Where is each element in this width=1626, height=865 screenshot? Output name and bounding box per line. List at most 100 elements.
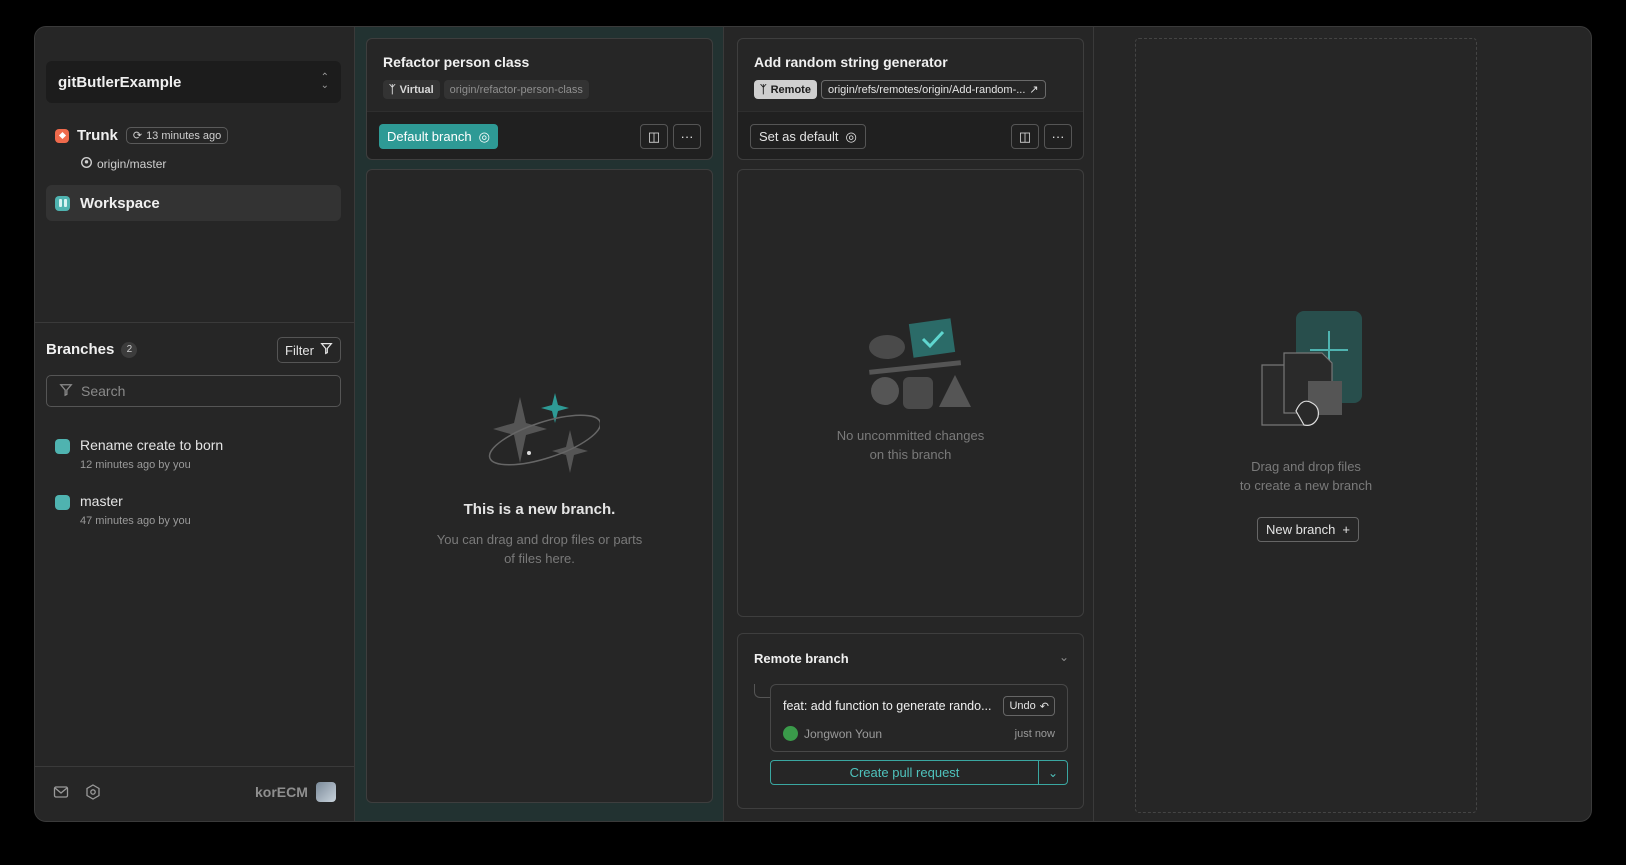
refresh-icon: ⟳ — [132, 130, 143, 142]
workspace-label: Workspace — [80, 194, 160, 212]
branch-actions-bar: Set as default ◎ ◫ ··· — [738, 111, 1083, 159]
upstream-ref: origin/refactor-person-class — [443, 80, 589, 99]
create-pr-label[interactable]: Create pull request — [771, 761, 1039, 784]
branch-header-card: Add random string generator ᛉ Remote ori… — [737, 38, 1084, 160]
more-options-button[interactable]: ··· — [673, 124, 701, 149]
undo-icon: ↶ — [1039, 700, 1049, 713]
mail-icon[interactable] — [53, 784, 69, 805]
username: korECM — [255, 784, 308, 800]
external-link-icon: ↗ — [1029, 84, 1039, 96]
plus-icon: + — [1342, 522, 1350, 537]
branch-files-dropzone[interactable]: No uncommitted changes on this branch — [737, 169, 1084, 617]
branch-search-input[interactable]: Search — [46, 375, 341, 407]
fetch-time: 13 minutes ago — [146, 129, 222, 142]
empty-subtitle-1: You can drag and drop files or parts — [436, 532, 643, 547]
branches-count: 2 — [121, 341, 138, 358]
project-selector[interactable]: gitButlerExample ⌃ ⌄ — [46, 61, 341, 103]
branch-icon — [55, 495, 70, 510]
settings-icon[interactable] — [85, 784, 101, 805]
divider — [35, 322, 354, 323]
trunk-icon — [55, 128, 69, 143]
commit-card[interactable]: feat: add function to generate rando... … — [770, 684, 1068, 752]
project-name: gitButlerExample — [58, 73, 182, 91]
filter-icon — [59, 383, 73, 400]
github-icon — [81, 157, 92, 171]
branches-heading: Branches 2 — [46, 341, 138, 358]
empty-line-2: on this branch — [869, 447, 952, 462]
target-icon: ◎ — [845, 128, 857, 144]
filter-label: Filter — [285, 342, 314, 358]
more-options-button[interactable]: ··· — [1044, 124, 1072, 149]
workspace-icon — [55, 195, 70, 211]
default-branch-label: Default branch — [387, 129, 472, 144]
no-changes-illustration — [869, 318, 971, 409]
commit-graph-line — [754, 684, 770, 698]
branch-name: master — [80, 493, 123, 509]
chevron-up-down-icon: ⌃ ⌄ — [320, 72, 329, 91]
new-branch-dropzone[interactable]: Drag and drop files to create a new bran… — [1135, 38, 1477, 813]
remote-branch-title: Remote branch — [754, 651, 849, 666]
create-pull-request-button[interactable]: Create pull request ⌄ — [770, 760, 1068, 785]
author-avatar — [783, 726, 798, 741]
branch-header-card: Refactor person class ᛉ Virtual origin/r… — [366, 38, 713, 160]
chevron-down-icon[interactable]: ⌄ — [1059, 650, 1069, 664]
filter-icon — [320, 342, 333, 358]
collapse-lane-button[interactable]: ◫ — [1011, 124, 1039, 149]
sidebar: gitButlerExample ⌃ ⌄ Trunk ⟳ 13 minutes a… — [35, 27, 355, 821]
footer-icons — [53, 784, 101, 805]
list-item[interactable]: master 47 minutes ago by you — [55, 493, 191, 527]
remote-branch-section: Remote branch ⌄ feat: add function to ge… — [737, 633, 1084, 809]
new-branch-button[interactable]: New branch + — [1257, 517, 1359, 542]
remote-tag: ᛉ Remote — [754, 80, 817, 99]
new-branch-label: New branch — [1266, 522, 1336, 537]
app-window: gitButlerExample ⌃ ⌄ Trunk ⟳ 13 minutes a… — [34, 26, 1592, 822]
commit-title: feat: add function to generate rando... — [783, 699, 992, 713]
user-profile[interactable]: korECM — [255, 782, 336, 802]
sparkle-illustration — [488, 393, 600, 473]
commit-author: Jongwon Youn — [783, 726, 882, 741]
branch-meta: 12 minutes ago by you — [80, 459, 191, 471]
fetch-badge[interactable]: ⟳ 13 minutes ago — [125, 127, 229, 144]
virtual-tag: ᛉ Virtual — [383, 80, 440, 99]
branch-title[interactable]: Refactor person class — [383, 54, 529, 70]
trunk-item[interactable]: Trunk ⟳ 13 minutes ago — [55, 127, 229, 144]
chevron-down-icon[interactable]: ⌄ — [1039, 761, 1067, 784]
branch-title[interactable]: Add random string generator — [754, 54, 948, 70]
undo-label: Undo — [1009, 700, 1036, 712]
branch-icon: ᛉ — [760, 83, 767, 96]
author-name: Jongwon Youn — [804, 726, 883, 741]
trunk-label: Trunk — [77, 127, 118, 144]
empty-title: This is a new branch. — [463, 501, 616, 518]
divider — [35, 766, 354, 767]
empty-subtitle-2: of files here. — [504, 551, 575, 566]
remote-label: Remote — [770, 83, 811, 96]
branch-actions-bar: Default branch ◎ ◫ ··· — [367, 111, 712, 159]
remote-ref: origin/refs/remotes/origin/Add-random-..… — [827, 83, 1026, 96]
target-icon: ◎ — [478, 128, 490, 144]
undo-button[interactable]: Undo ↶ — [1003, 696, 1055, 716]
sidebar-collapse-icon: ◫ — [647, 128, 661, 144]
branch-name: Rename create to born — [80, 437, 224, 453]
default-branch-button[interactable]: Default branch ◎ — [379, 124, 498, 149]
branches-title: Branches — [46, 341, 115, 358]
more-icon: ··· — [680, 129, 694, 144]
empty-line-1: No uncommitted changes — [836, 428, 985, 443]
sidebar-item-workspace[interactable]: Workspace — [46, 185, 341, 221]
trunk-remote: origin/master — [81, 157, 166, 171]
remote-ref-link[interactable]: origin/refs/remotes/origin/Add-random-..… — [820, 80, 1046, 99]
set-default-label: Set as default — [759, 129, 839, 144]
list-item[interactable]: Rename create to born 12 minutes ago by … — [55, 437, 223, 471]
dropzone-line-1: Drag and drop files — [1251, 459, 1361, 474]
branch-meta: 47 minutes ago by you — [80, 515, 191, 527]
commit-time: just now — [1014, 728, 1055, 740]
set-as-default-button[interactable]: Set as default ◎ — [750, 124, 866, 149]
filter-button[interactable]: Filter — [277, 337, 341, 363]
collapse-lane-button[interactable]: ◫ — [640, 124, 668, 149]
new-branch-illustration — [1261, 311, 1362, 426]
trunk-remote-name: origin/master — [97, 157, 167, 171]
search-placeholder: Search — [81, 383, 126, 399]
avatar — [315, 782, 336, 802]
branch-files-dropzone[interactable]: This is a new branch. You can drag and d… — [366, 169, 713, 803]
branch-icon: ᛉ — [389, 83, 396, 96]
sidebar-collapse-icon: ◫ — [1018, 128, 1032, 144]
